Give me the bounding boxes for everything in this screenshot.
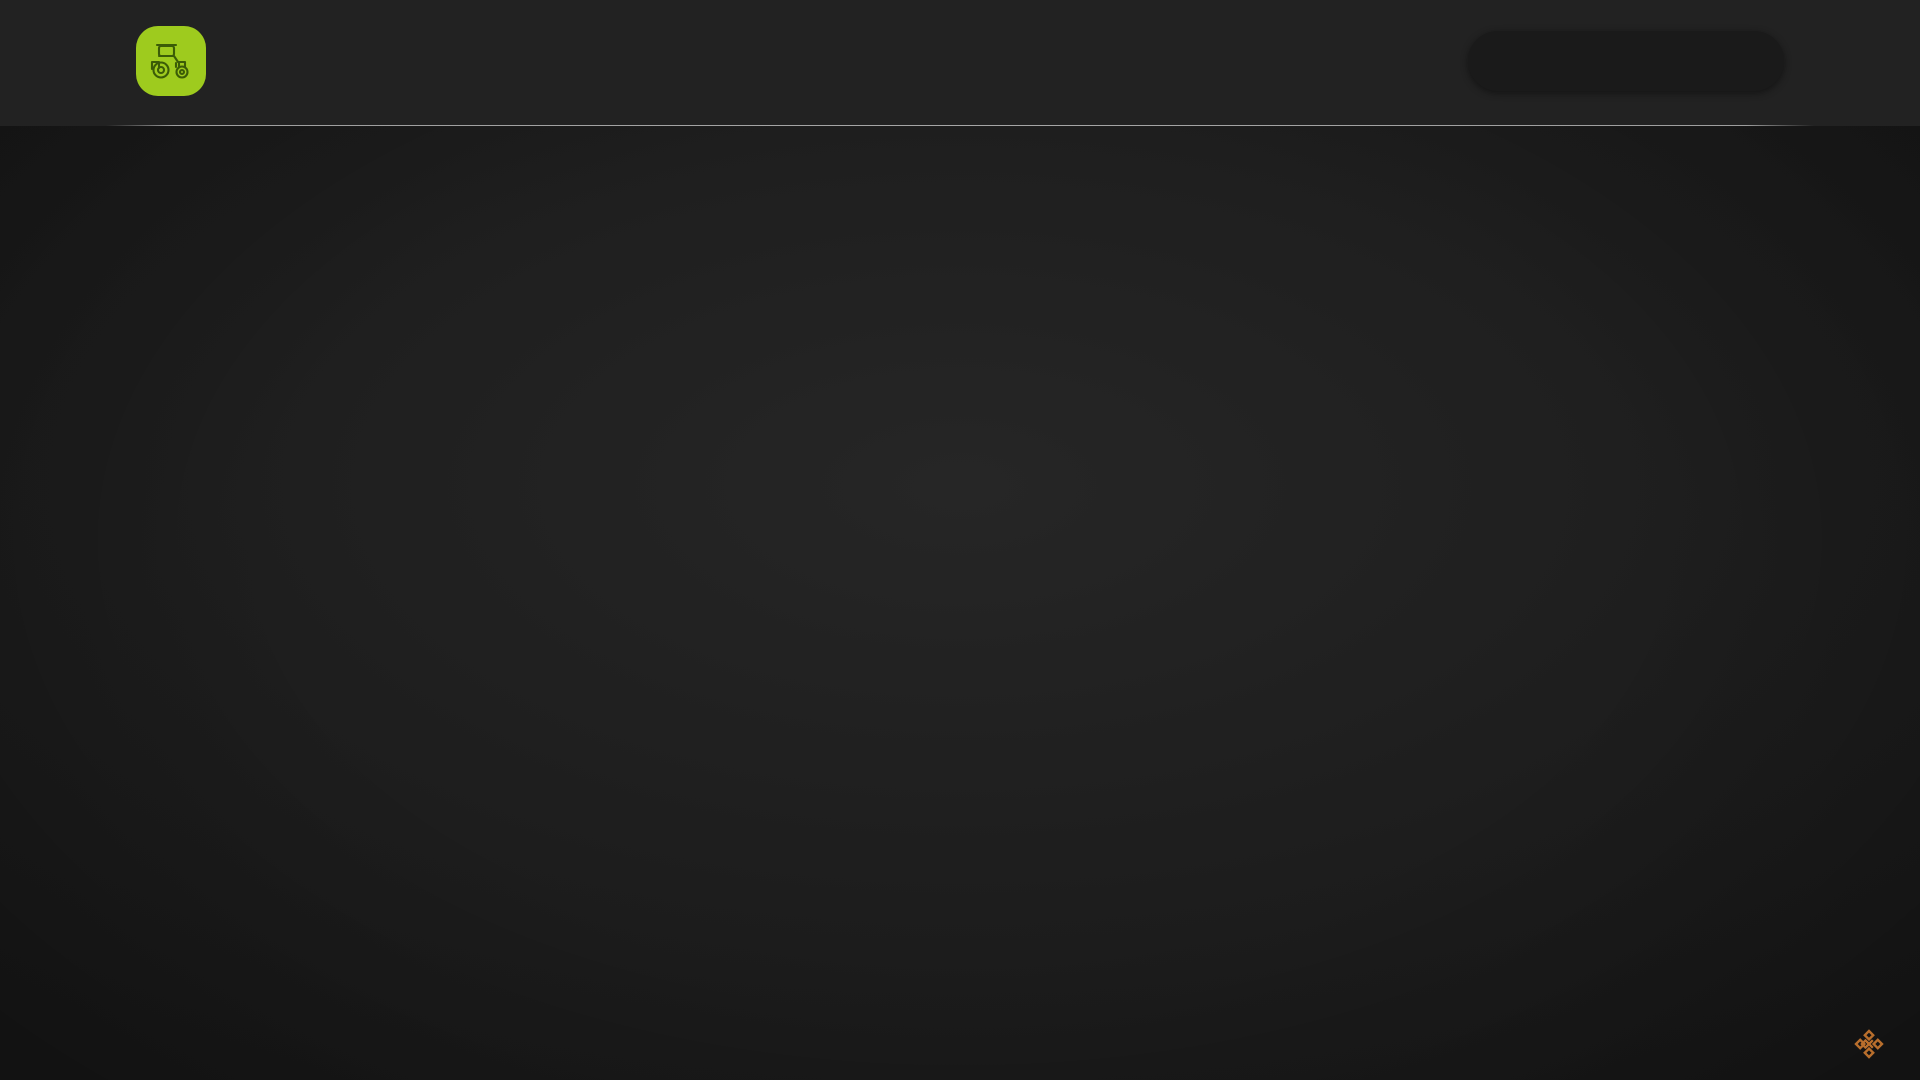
header-divider bbox=[106, 125, 1814, 126]
balance-badge bbox=[1468, 31, 1784, 91]
category-scroll-area[interactable] bbox=[0, 126, 1920, 1080]
thegamer-watermark bbox=[1852, 1027, 1898, 1066]
tractor-icon bbox=[136, 26, 206, 96]
thegamer-diamond-icon bbox=[1852, 1027, 1886, 1066]
vehicles-shop-screen bbox=[0, 0, 1920, 1080]
page-header bbox=[0, 0, 1920, 126]
title-group bbox=[136, 26, 228, 96]
